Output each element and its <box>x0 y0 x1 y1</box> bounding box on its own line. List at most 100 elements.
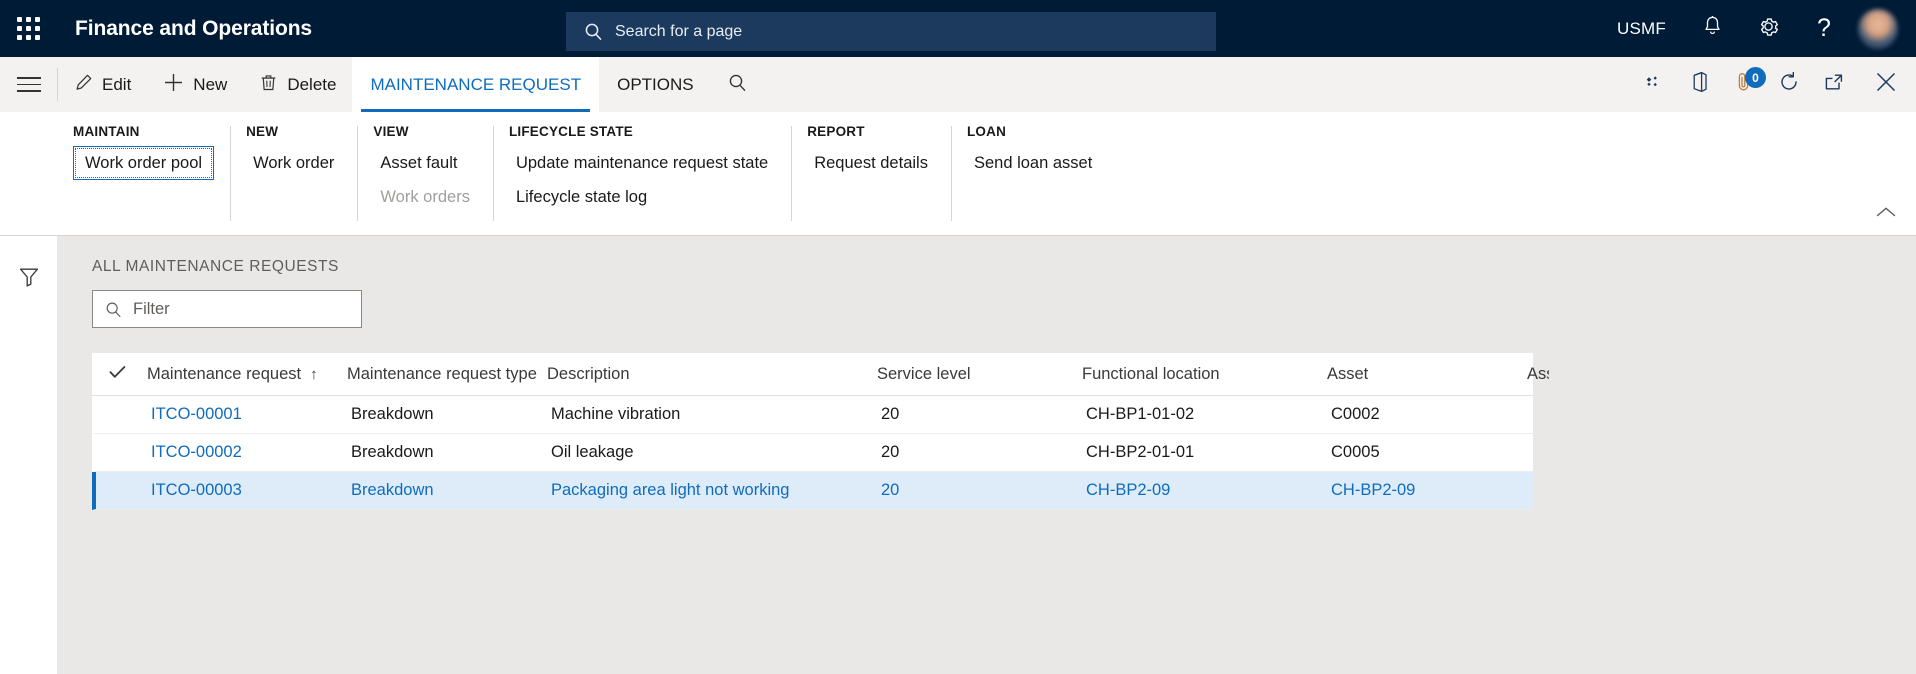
grid-header-row: Maintenance request ↑ Maintenance reques… <box>92 353 1533 396</box>
column-header-asset[interactable]: Asset <box>1317 365 1517 384</box>
button-send-loan-asset[interactable]: Send loan asset <box>967 146 1099 180</box>
cell-service-level[interactable]: 20 <box>871 481 1076 500</box>
edit-button-label: Edit <box>102 75 131 95</box>
attachments-badge: 0 <box>1745 67 1766 88</box>
app-title: Finance and Operations <box>75 17 312 41</box>
settings-button[interactable] <box>1740 0 1796 57</box>
cell-maintenance-request[interactable]: ITCO-00002 <box>141 443 341 462</box>
button-work-order-pool[interactable]: Work order pool <box>73 146 214 180</box>
cell-functional-location[interactable]: CH-BP2-01-01 <box>1076 443 1321 462</box>
group-lifecycle-state-title: LIFECYCLE STATE <box>509 124 775 139</box>
maintenance-request-link[interactable]: ITCO-00003 <box>151 481 242 500</box>
plus-icon <box>163 72 184 98</box>
group-view: VIEW Asset fault Work orders <box>357 112 493 235</box>
chevron-up-icon <box>1876 205 1896 223</box>
help-button[interactable]: ? <box>1796 0 1852 57</box>
page-body: ALL MAINTENANCE REQUESTS Filter Maintena… <box>0 236 1916 674</box>
refresh-button[interactable] <box>1766 57 1811 112</box>
tab-maintenance-request-label: MAINTENANCE REQUEST <box>370 75 581 95</box>
group-maintain: MAINTAIN Work order pool <box>57 112 230 235</box>
pencil-icon <box>74 73 93 97</box>
close-button[interactable] <box>1856 57 1916 112</box>
cell-maintenance-request[interactable]: ITCO-00003 <box>141 481 341 500</box>
cell-asset[interactable]: CH-BP2-09 <box>1321 481 1521 500</box>
button-request-details[interactable]: Request details <box>807 146 935 180</box>
column-header-asset-verified[interactable]: Asset verified <box>1517 365 1549 384</box>
open-in-office-button[interactable] <box>1676 57 1721 112</box>
cell-description[interactable]: Packaging area light not working <box>541 481 871 500</box>
filter-input[interactable]: Filter <box>92 290 362 328</box>
edit-button[interactable]: Edit <box>58 57 147 112</box>
filters-button[interactable] <box>12 262 46 296</box>
cell-functional-location[interactable]: CH-BP1-01-02 <box>1076 405 1321 424</box>
refresh-icon <box>1778 71 1800 98</box>
cell-maintenance-request-type[interactable]: Breakdown <box>341 481 541 500</box>
column-header-maintenance-request-type[interactable]: Maintenance request type <box>337 365 537 384</box>
top-navigation-bar: Finance and Operations Search for a page… <box>0 0 1916 57</box>
global-search-box[interactable]: Search for a page <box>566 12 1216 51</box>
button-work-orders: Work orders <box>373 180 477 214</box>
table-row[interactable]: ITCO-00001 Breakdown Machine vibration 2… <box>92 396 1533 434</box>
avatar[interactable] <box>1858 9 1898 49</box>
cell-description[interactable]: Machine vibration <box>541 405 871 424</box>
column-header-maintenance-request[interactable]: Maintenance request ↑ <box>137 365 337 384</box>
cell-asset[interactable]: C0005 <box>1321 443 1521 462</box>
select-all-header[interactable] <box>97 365 137 384</box>
global-search-placeholder: Search for a page <box>615 23 742 41</box>
attachments-button[interactable]: 0 <box>1721 57 1766 112</box>
action-pane-right-icons: 0 <box>1631 57 1916 112</box>
notifications-button[interactable] <box>1684 0 1740 57</box>
button-asset-fault[interactable]: Asset fault <box>373 146 477 180</box>
collapse-action-pane-button[interactable] <box>1872 200 1900 228</box>
table-row[interactable]: ITCO-00003 Breakdown Packaging area ligh… <box>92 472 1533 510</box>
cell-functional-location[interactable]: CH-BP2-09 <box>1076 481 1321 500</box>
search-icon <box>728 73 747 97</box>
column-header-maintenance-request-label: Maintenance request <box>147 365 301 384</box>
column-header-functional-location[interactable]: Functional location <box>1072 365 1317 384</box>
delete-button-label: Delete <box>287 75 336 95</box>
trash-icon <box>259 73 278 97</box>
group-new: NEW Work order <box>230 112 357 235</box>
cell-asset[interactable]: C0002 <box>1321 405 1521 424</box>
group-maintain-title: MAINTAIN <box>73 124 214 139</box>
column-header-description[interactable]: Description <box>537 365 867 384</box>
funnel-icon <box>18 266 40 293</box>
column-header-service-level[interactable]: Service level <box>867 365 1072 384</box>
company-selector[interactable]: USMF <box>1599 19 1684 39</box>
tab-maintenance-request[interactable]: MAINTENANCE REQUEST <box>352 57 599 112</box>
checkmark-icon <box>109 365 126 384</box>
cell-service-level[interactable]: 20 <box>871 405 1076 424</box>
maintenance-request-link[interactable]: ITCO-00002 <box>151 443 242 462</box>
top-nav-right-cluster: USMF ? <box>1599 0 1916 57</box>
action-pane-toolbar: Edit New Delete MAINTENANCE REQUEST OPTI… <box>0 57 1916 112</box>
cell-service-level[interactable]: 20 <box>871 443 1076 462</box>
new-button[interactable]: New <box>147 57 243 112</box>
search-icon <box>105 301 122 318</box>
button-lifecycle-state-log[interactable]: Lifecycle state log <box>509 180 775 214</box>
group-loan-title: LOAN <box>967 124 1099 139</box>
button-work-order[interactable]: Work order <box>246 146 341 180</box>
left-rail <box>0 236 57 674</box>
cell-description[interactable]: Oil leakage <box>541 443 871 462</box>
group-report: REPORT Request details <box>791 112 951 235</box>
relate-button[interactable] <box>1631 57 1676 112</box>
app-launcher-button[interactable] <box>0 0 57 57</box>
office-icon <box>1689 71 1709 98</box>
hamburger-icon <box>17 72 41 97</box>
cell-maintenance-request[interactable]: ITCO-00001 <box>141 405 341 424</box>
relate-icon <box>1643 74 1665 95</box>
navigation-menu-button[interactable] <box>0 57 57 112</box>
table-row[interactable]: ITCO-00002 Breakdown Oil leakage 20 CH-B… <box>92 434 1533 472</box>
content-area: ALL MAINTENANCE REQUESTS Filter Maintena… <box>57 236 1916 674</box>
tab-options[interactable]: OPTIONS <box>599 57 712 112</box>
close-icon <box>1874 70 1898 99</box>
page-title: ALL MAINTENANCE REQUESTS <box>92 258 1916 276</box>
cell-maintenance-request-type[interactable]: Breakdown <box>341 405 541 424</box>
new-button-label: New <box>193 75 227 95</box>
delete-button[interactable]: Delete <box>243 57 352 112</box>
cell-maintenance-request-type[interactable]: Breakdown <box>341 443 541 462</box>
action-pane-search-button[interactable] <box>712 57 764 112</box>
open-in-new-window-button[interactable] <box>1811 57 1856 112</box>
maintenance-request-link[interactable]: ITCO-00001 <box>151 405 242 424</box>
button-update-maintenance-request-state[interactable]: Update maintenance request state <box>509 146 775 180</box>
